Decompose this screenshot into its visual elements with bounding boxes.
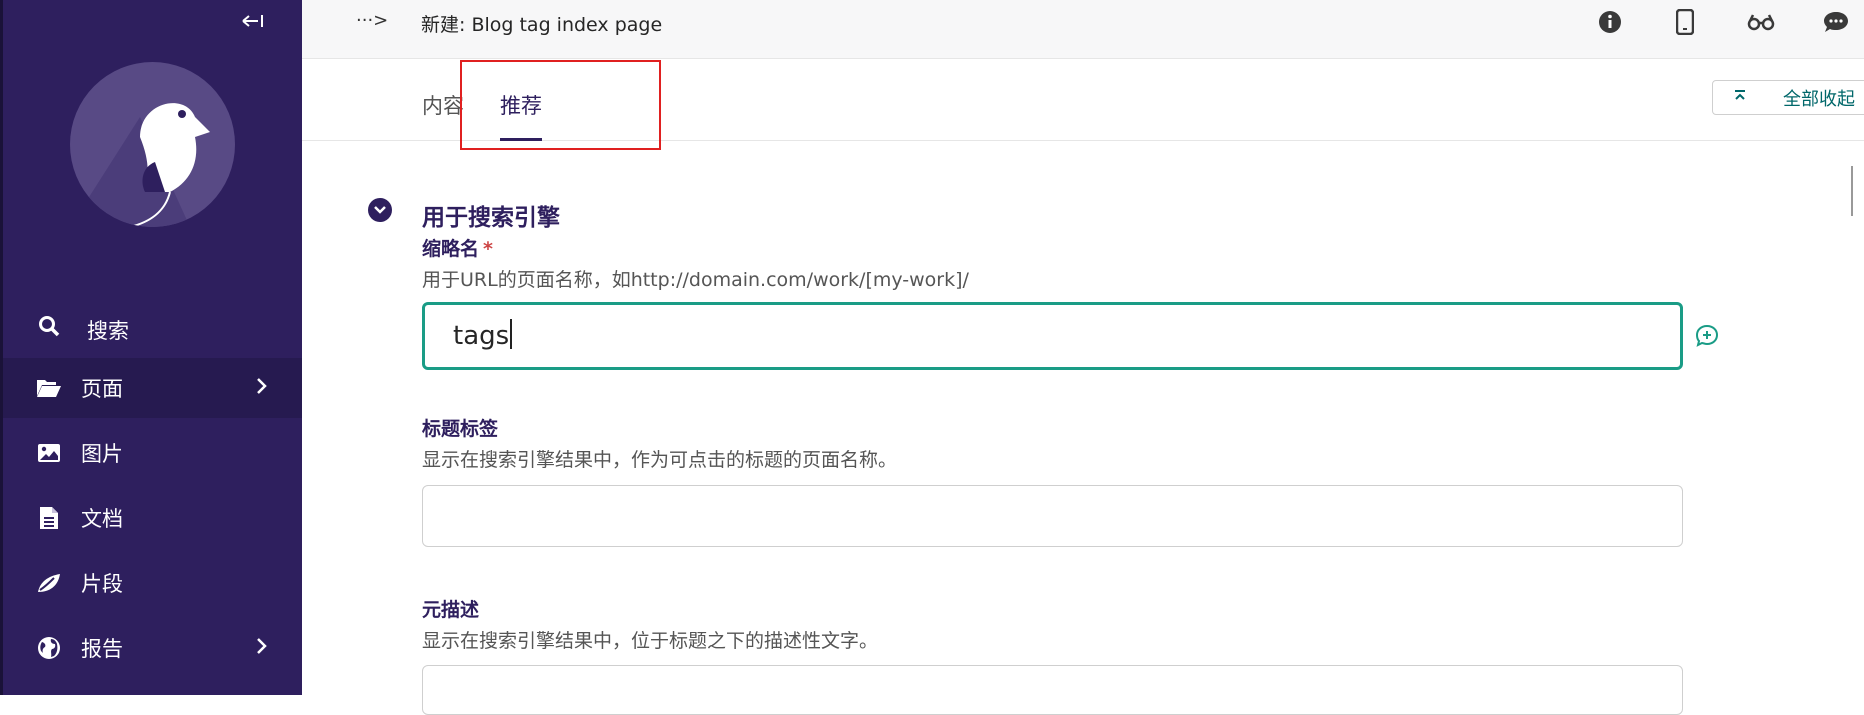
meta-description-label: 元描述 <box>422 599 480 621</box>
required-mark: * <box>483 238 493 260</box>
chevron-down-icon <box>374 206 386 214</box>
snippet-icon <box>35 569 63 597</box>
sidebar: 搜索 页面 图片 文档 片段 报告 <box>0 0 302 695</box>
comments-icon[interactable] <box>1822 10 1850 34</box>
sidebar-item-label: 页面 <box>81 377 123 401</box>
slug-label-text: 缩略名 <box>422 238 480 260</box>
collapse-all-button[interactable]: 全部收起 <box>1712 80 1864 115</box>
page-header: ···> 新建: Blog tag index page <box>302 0 1864 59</box>
section-toggle-button[interactable] <box>368 198 392 222</box>
sidebar-item-label: 搜索 <box>87 319 129 343</box>
seo-title-input[interactable] <box>422 485 1683 547</box>
slug-label: 缩略名 * <box>422 234 493 261</box>
slug-input-value: tags <box>453 319 513 351</box>
collapse-all-label: 全部收起 <box>1783 88 1855 110</box>
seo-title-help-text: 显示在搜索引擎结果中，作为可点击的标题的页面名称。 <box>422 449 898 471</box>
slug-input[interactable]: tags <box>422 302 1683 370</box>
sidebar-item-documents[interactable]: 文档 <box>3 488 302 548</box>
document-icon <box>35 504 63 532</box>
meta-description-input[interactable] <box>422 665 1683 715</box>
folder-open-icon <box>35 374 63 402</box>
glasses-icon[interactable] <box>1746 10 1776 34</box>
info-icon[interactable] <box>1598 10 1622 34</box>
sidebar-item-label: 文档 <box>81 507 123 531</box>
add-comment-icon[interactable] <box>1695 324 1719 348</box>
tab-content[interactable]: 内容 <box>422 90 464 120</box>
sidebar-item-label: 报告 <box>81 637 123 661</box>
sidebar-item-snippets[interactable]: 片段 <box>3 553 302 613</box>
sidebar-item-images[interactable]: 图片 <box>3 423 302 483</box>
sidebar-item-reports[interactable]: 报告 <box>3 618 302 678</box>
collapse-up-icon <box>1733 88 1753 107</box>
mobile-preview-icon[interactable] <box>1673 9 1697 35</box>
page-title: 新建: Blog tag index page <box>421 14 663 36</box>
section-title: 用于搜索引擎 <box>422 205 560 231</box>
meta-description-help-text: 显示在搜索引擎结果中，位于标题之下的描述性文字。 <box>422 630 879 652</box>
collapse-sidebar-icon[interactable] <box>238 8 268 34</box>
sidebar-item-search[interactable]: 搜索 <box>3 296 302 356</box>
sidebar-item-label: 图片 <box>81 442 123 466</box>
globe-icon <box>35 634 63 662</box>
seo-title-label: 标题标签 <box>422 418 499 440</box>
text-caret <box>510 319 513 349</box>
highlight-box <box>460 60 661 150</box>
chevron-right-icon <box>256 376 268 401</box>
sidebar-item-label: 片段 <box>81 572 123 596</box>
breadcrumb-toggle[interactable]: ···> <box>356 10 388 31</box>
chevron-right-icon <box>256 636 268 661</box>
wagtail-logo[interactable] <box>70 62 235 227</box>
image-icon <box>35 439 63 467</box>
search-icon <box>35 312 63 340</box>
slug-help-text: 用于URL的页面名称，如http://domain.com/work/[my-w… <box>422 269 969 291</box>
scrollbar[interactable] <box>1851 166 1853 216</box>
sidebar-item-pages[interactable]: 页面 <box>3 358 302 418</box>
